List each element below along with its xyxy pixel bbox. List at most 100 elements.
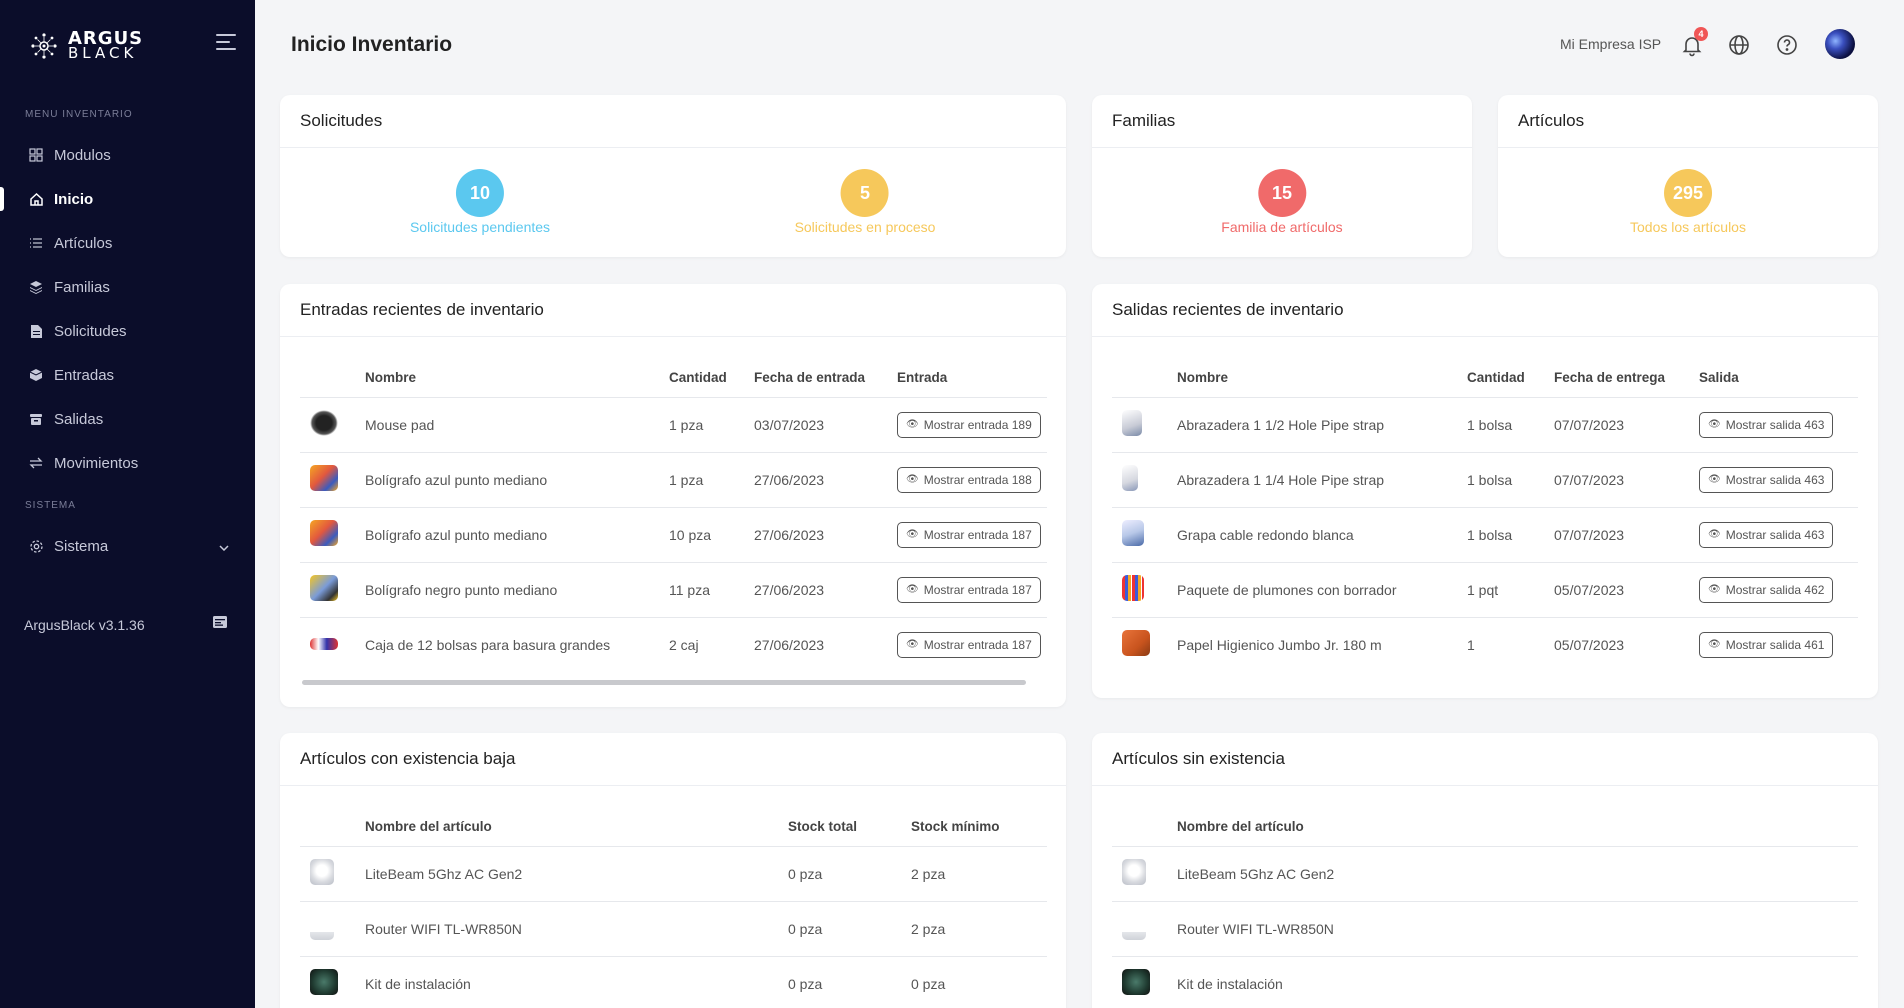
stat-pending[interactable]: 10 Solicitudes pendientes	[410, 169, 550, 235]
table-row: Bolígrafo negro punto mediano 11 pza 27/…	[300, 562, 1047, 618]
show-entry-button[interactable]: 👁 Mostrar entrada 187	[897, 631, 1041, 658]
table-row: Bolígrafo azul punto mediano 1 pza 27/06…	[300, 452, 1047, 508]
articulos-card: Artículos 295 Todos los artículos	[1498, 95, 1878, 257]
main-content: Inicio Inventario Mi Empresa ISP 4 Solic…	[255, 0, 1904, 1008]
pending-label: Solicitudes pendientes	[409, 219, 551, 235]
sidebar-item-label: Salidas	[54, 410, 104, 428]
exit-qty: 1	[1467, 636, 1475, 653]
product-thumbnail	[310, 914, 334, 940]
eye-icon: 👁	[906, 639, 919, 651]
sidebar-item-movimientos[interactable]: Movimientos	[0, 445, 255, 481]
sidebar-item-sistema[interactable]: Sistema	[0, 528, 255, 564]
sidebar: ARGUS BLACK MENU INVENTARIO Modulos Inic…	[0, 0, 255, 1008]
user-avatar[interactable]	[1825, 29, 1855, 59]
globe-icon[interactable]	[1727, 33, 1751, 57]
sidebar-item-label: Inicio	[54, 190, 94, 208]
show-entry-label: Mostrar entrada 187	[923, 527, 1032, 542]
column-header: Nombre	[1177, 337, 1467, 398]
sidebar-item-familias[interactable]: Familias	[0, 269, 255, 305]
show-entry-button[interactable]: 👁 Mostrar entrada 189	[897, 411, 1041, 438]
logo-icon	[28, 30, 60, 62]
sidebar-item-entradas[interactable]: Entradas	[0, 357, 255, 393]
sidebar-item-label: Entradas	[54, 366, 115, 384]
eye-icon: 👁	[906, 474, 919, 485]
article-name: LiteBeam 5Ghz AC Gen2	[1177, 846, 1858, 902]
logo[interactable]: ARGUS BLACK	[28, 30, 143, 62]
exit-name: Grapa cable redondo blanca	[1177, 507, 1467, 563]
show-entry-button[interactable]: 👁 Mostrar entrada 188	[897, 466, 1041, 493]
product-thumbnail	[310, 575, 338, 601]
show-exit-label: Mostrar salida 463	[1725, 417, 1825, 432]
stat-in-process[interactable]: 5 Solicitudes en proceso	[794, 169, 936, 235]
entradas-table: Nombre Cantidad Fecha de entrada Entrada…	[300, 337, 1047, 672]
product-thumbnail	[1122, 465, 1138, 491]
sidebar-item-solicitudes[interactable]: Solicitudes	[0, 313, 255, 349]
menu-toggle-button[interactable]	[216, 34, 238, 52]
sidebar-item-salidas[interactable]: Salidas	[0, 401, 255, 437]
table-row: Abrazadera 1 1/4 Hole Pipe strap 1 bolsa…	[1112, 452, 1858, 508]
column-header: Stock mínimo	[911, 786, 1047, 847]
card-title: Salidas recientes de inventario	[1092, 284, 1878, 337]
product-thumbnail	[310, 465, 338, 491]
table-row: LiteBeam 5Ghz AC Gen2	[1112, 846, 1858, 902]
release-notes-icon[interactable]	[212, 614, 228, 630]
salidas-card: Salidas recientes de inventario Nombre C…	[1092, 284, 1878, 698]
table-row: LiteBeam 5Ghz AC Gen2 0 pza 2 pza	[300, 846, 1047, 902]
show-exit-button[interactable]: 👁 Mostrar salida 463	[1699, 466, 1834, 493]
topbar: Inicio Inventario Mi Empresa ISP 4	[255, 0, 1904, 88]
show-entry-label: Mostrar entrada 187	[923, 582, 1032, 597]
product-thumbnail	[310, 859, 334, 885]
show-exit-button[interactable]: 👁 Mostrar salida 463	[1699, 521, 1834, 548]
entry-date: 03/07/2023	[754, 397, 897, 453]
column-header: Salida	[1699, 337, 1858, 398]
exit-name: Paquete de plumones con borrador	[1177, 562, 1467, 618]
solicitudes-card: Solicitudes 10 Solicitudes pendientes 5 …	[280, 95, 1066, 257]
table-row: Bolígrafo azul punto mediano 10 pza 27/0…	[300, 507, 1047, 563]
show-entry-button[interactable]: 👁 Mostrar entrada 187	[897, 576, 1041, 603]
product-thumbnail	[1122, 914, 1146, 940]
notification-bell-icon[interactable]: 4	[1680, 27, 1708, 57]
section-label-inventory: MENU INVENTARIO	[25, 109, 133, 120]
layers-icon	[28, 279, 44, 295]
article-name: LiteBeam 5Ghz AC Gen2	[365, 846, 788, 902]
show-entry-button[interactable]: 👁 Mostrar entrada 187	[897, 521, 1041, 548]
product-thumbnail	[1122, 859, 1146, 885]
exit-qty: 1 bolsa	[1467, 452, 1554, 508]
product-thumbnail	[1122, 969, 1150, 996]
column-header: Nombre del artículo	[1177, 786, 1858, 847]
eye-icon: 👁	[1708, 639, 1721, 651]
stat-families[interactable]: 15 Familia de artículos	[1221, 169, 1343, 235]
show-entry-label: Mostrar entrada 187	[923, 637, 1032, 652]
stock-total: 0 pza	[788, 975, 823, 992]
sidebar-item-articulos[interactable]: Artículos	[0, 225, 255, 261]
show-exit-button[interactable]: 👁 Mostrar salida 463	[1699, 411, 1834, 438]
product-thumbnail	[310, 520, 338, 546]
exit-name: Papel Higienico Jumbo Jr. 180 m	[1177, 636, 1382, 653]
entry-name: Bolígrafo azul punto mediano	[365, 452, 669, 508]
sidebar-item-label: Artículos	[54, 234, 113, 252]
show-entry-label: Mostrar entrada 188	[923, 472, 1032, 487]
eye-icon: 👁	[1708, 419, 1721, 430]
table-row: Caja de 12 bolsas para basura grandes 2 …	[300, 617, 1047, 672]
horizontal-scrollbar[interactable]	[302, 680, 1026, 685]
sidebar-item-modulos[interactable]: Modulos	[0, 137, 255, 173]
stat-articles[interactable]: 295 Todos los artículos	[1630, 169, 1746, 235]
sidebar-item-label: Movimientos	[54, 454, 139, 472]
process-label: Solicitudes en proceso	[794, 219, 936, 235]
product-thumbnail	[1122, 575, 1144, 601]
show-exit-label: Mostrar salida 461	[1725, 637, 1825, 652]
stock-total: 0 pza	[788, 901, 911, 957]
help-icon[interactable]	[1775, 33, 1799, 57]
eye-icon: 👁	[1708, 529, 1721, 540]
show-exit-button[interactable]: 👁 Mostrar salida 461	[1699, 631, 1834, 658]
families-label: Familia de artículos	[1221, 219, 1343, 235]
show-exit-button[interactable]: 👁 Mostrar salida 462	[1699, 576, 1834, 603]
stock-total: 0 pza	[788, 846, 911, 902]
sidebar-item-inicio[interactable]: Inicio	[0, 181, 255, 217]
version-label: ArgusBlack v3.1.36	[24, 617, 145, 633]
sidebar-item-label: Modulos	[54, 146, 111, 164]
article-name: Router WIFI TL-WR850N	[1177, 901, 1858, 957]
show-exit-label: Mostrar salida 462	[1725, 582, 1825, 597]
eye-icon: 👁	[906, 584, 919, 595]
table-row: Abrazadera 1 1/2 Hole Pipe strap 1 bolsa…	[1112, 397, 1858, 453]
